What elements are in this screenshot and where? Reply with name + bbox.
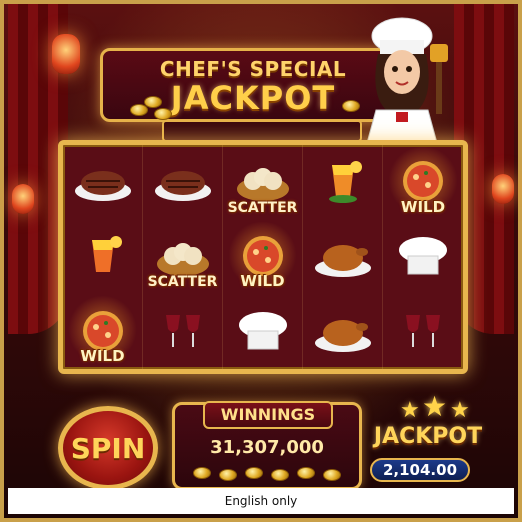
lantern-icon	[492, 174, 514, 204]
symbol-label: SCATTER	[227, 199, 298, 216]
roast-chicken-icon	[314, 319, 371, 352]
reel-cell	[303, 145, 383, 220]
steak-icon	[74, 171, 131, 202]
wine-icon	[165, 314, 200, 347]
symbol-label: WILD	[240, 272, 285, 291]
reel-cell	[303, 219, 383, 295]
jackpot-label: JACKPOT	[373, 424, 483, 449]
game-frame: CHEF'S SPECIAL JACKPOT SCATTER WILD SCAT…	[0, 0, 522, 522]
dumplings-icon	[236, 168, 289, 202]
footer-text: English only	[224, 494, 298, 508]
wine-icon	[406, 314, 440, 347]
coin-icon	[154, 108, 172, 120]
symbol-label: WILD	[80, 346, 125, 365]
reel-cell	[143, 294, 223, 369]
reel-cell	[383, 294, 463, 369]
star-icon: ★	[422, 390, 448, 423]
star-icon: ★	[450, 398, 470, 423]
reel-cell	[63, 219, 143, 295]
chef-mascot-icon	[363, 17, 448, 154]
reel-cell: WILD	[223, 219, 303, 295]
reel-cell	[63, 145, 143, 220]
reel-cell: SCATTER	[143, 219, 223, 295]
coin-icon	[219, 469, 237, 481]
jackpot-value-box: 2,104.00	[370, 458, 470, 482]
reel-cell: SCATTER	[223, 145, 303, 220]
reel-cell	[383, 220, 463, 295]
coin-icon	[297, 467, 315, 479]
steak-icon	[154, 171, 211, 202]
lantern-icon	[12, 184, 34, 214]
star-icon: ★	[400, 398, 420, 423]
chef-hat-icon	[238, 311, 287, 350]
chef-hat-icon	[399, 236, 447, 275]
winnings-tab: WINNINGS	[203, 401, 333, 429]
winnings-value: 31,307,000	[210, 437, 324, 458]
coin-icon	[271, 469, 289, 481]
reel-cell: WILD	[63, 294, 143, 369]
reel-cell	[223, 294, 303, 369]
spin-button[interactable]: SPIN	[58, 406, 158, 490]
winnings-label: WINNINGS	[220, 405, 316, 424]
symbol-label: SCATTER	[147, 274, 218, 291]
coin-icon	[323, 469, 341, 481]
coin-icon	[144, 96, 162, 108]
jackpot-value: 2,104.00	[382, 461, 458, 479]
coin-icon	[193, 467, 211, 479]
symbol-label: WILD	[400, 197, 446, 216]
reel-grid: SCATTER WILD SCATTER WILD WILD	[58, 140, 468, 374]
footer-bar: English only	[8, 488, 514, 514]
title-subbar	[162, 120, 362, 142]
winnings-panel: WINNINGS 31,307,000	[172, 401, 362, 490]
roast-chicken-icon	[314, 244, 371, 277]
reel-cell	[143, 145, 223, 220]
cocktail-icon	[328, 161, 362, 204]
coin-icon	[245, 467, 263, 479]
cocktail-icon	[91, 235, 122, 272]
reel-cell	[303, 294, 383, 369]
reel-cell: WILD	[383, 145, 463, 220]
spin-label: SPIN	[70, 431, 146, 465]
lantern-icon	[52, 34, 80, 74]
